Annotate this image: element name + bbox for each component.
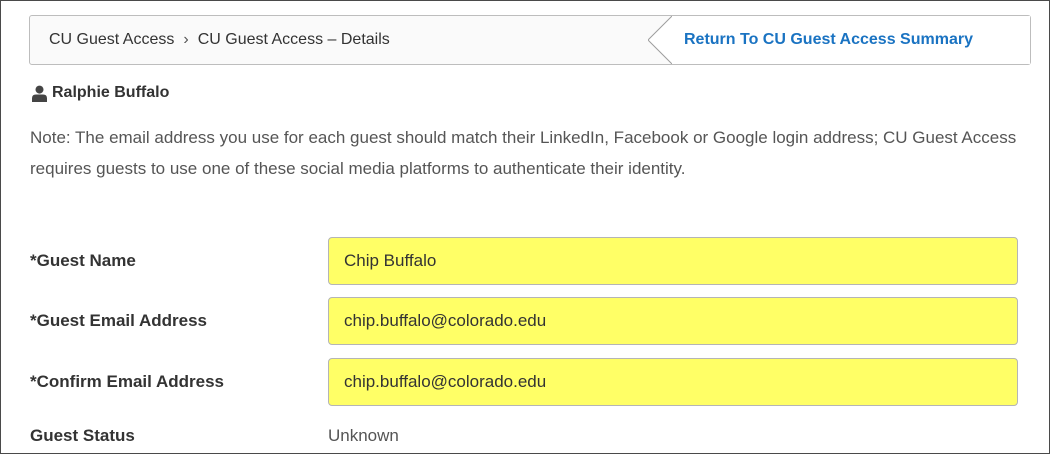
breadcrumb-item-guest-access[interactable]: CU Guest Access [49,31,174,49]
guest-status-label: Guest Status [30,426,135,445]
guest-status-value: Unknown [328,426,399,445]
confirm-email-label: *Confirm Email Address [30,372,224,391]
return-to-summary-link[interactable]: Return To CU Guest Access Summary [684,16,973,64]
chevron-left-icon [648,16,672,64]
confirm-email-row: *Confirm Email Address [30,358,1020,406]
breadcrumb-separator: › [183,31,189,48]
email-note: Note: The email address you use for each… [30,128,1017,178]
guest-email-row: *Guest Email Address [30,297,1020,345]
guest-email-label: *Guest Email Address [30,311,207,330]
current-user: Ralphie Buffalo [31,84,169,102]
user-icon [32,85,47,102]
breadcrumb-trail: CU Guest Access › CU Guest Access – Deta… [49,16,390,64]
guest-name-row: *Guest Name [30,237,1020,285]
breadcrumb-item-details: CU Guest Access – Details [197,31,390,48]
user-name: Ralphie Buffalo [52,84,170,101]
guest-status-row: Guest Status Unknown [30,414,1020,458]
guest-email-input[interactable] [328,297,1018,345]
guest-name-label: *Guest Name [30,251,136,270]
guest-name-input[interactable] [328,237,1018,285]
breadcrumb: CU Guest Access › CU Guest Access – Deta… [29,15,1031,65]
confirm-email-input[interactable] [328,358,1018,406]
return-link-container: Return To CU Guest Access Summary [648,16,1030,64]
